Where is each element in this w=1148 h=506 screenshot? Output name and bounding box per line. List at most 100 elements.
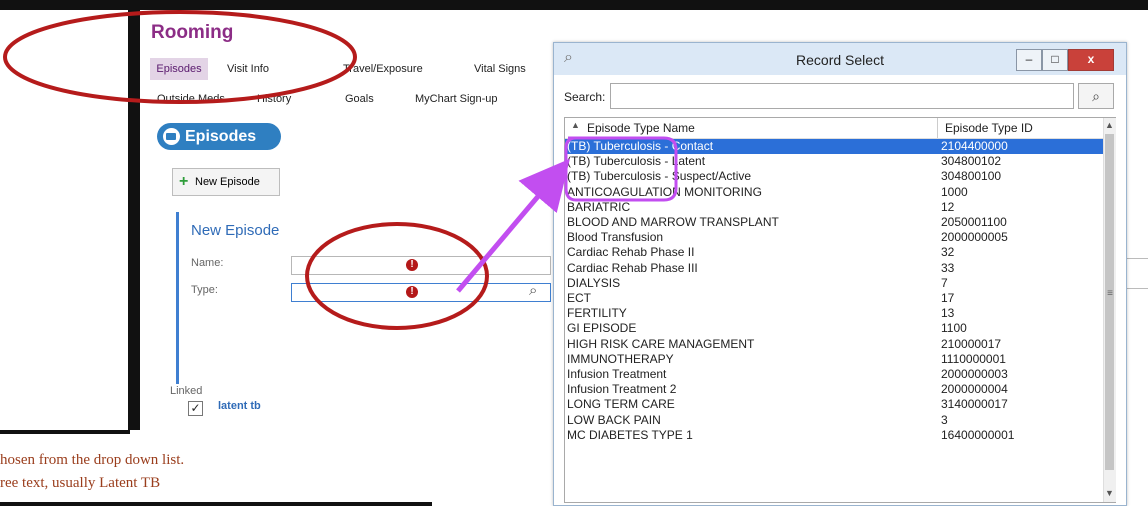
column-header-id[interactable]: Episode Type ID — [945, 121, 1033, 135]
search-icon: ⌕ — [1092, 88, 1100, 104]
tab-travel-exposure[interactable]: Travel/Exposure — [336, 58, 430, 80]
list-row[interactable]: ANTICOAGULATION MONITORING 1000 — [565, 185, 1103, 200]
tab-goals[interactable]: Goals — [338, 88, 381, 110]
panel-divider — [1127, 258, 1148, 259]
search-input[interactable] — [610, 83, 1074, 109]
episode-type-name: Infusion Treatment 2 — [567, 382, 677, 397]
episode-type-name: LONG TERM CARE — [567, 397, 675, 412]
list-row[interactable]: LOW BACK PAIN 3 — [565, 413, 1103, 428]
list-row[interactable]: MC DIABETES TYPE 1 16400000001 — [565, 428, 1103, 443]
type-field[interactable] — [291, 283, 551, 302]
record-select-dialog: ⌕ Record Select – □ x Search: ⌕ ▲ Episod… — [553, 42, 1127, 506]
episode-type-id: 33 — [941, 260, 955, 275]
close-button[interactable]: x — [1068, 49, 1114, 71]
episode-type-id: 16400000001 — [941, 427, 1015, 442]
episode-type-name: (TB) Tuberculosis - Latent — [567, 154, 706, 169]
episode-type-id: 1100 — [941, 321, 967, 336]
episode-type-id: 17 — [941, 291, 955, 305]
caption-bottom-border — [0, 502, 432, 506]
episode-type-id: 3 — [941, 412, 948, 427]
scroll-thumb[interactable] — [1105, 134, 1114, 470]
folder-icon — [163, 128, 180, 145]
tab-outside-meds[interactable]: Outside Meds — [150, 88, 232, 110]
list-row[interactable]: IMMUNOTHERAPY 1110000001 — [565, 352, 1103, 367]
list-row[interactable]: DIALYSIS 7 — [565, 276, 1103, 291]
list-row[interactable]: FERTILITY 13 — [565, 306, 1103, 321]
list-row[interactable]: (TB) Tuberculosis - Suspect/Active 304800… — [565, 169, 1103, 184]
episode-type-id: 2000000005 — [941, 230, 1008, 245]
list-row[interactable]: ECT 17 — [565, 291, 1103, 306]
column-divider[interactable] — [937, 118, 938, 138]
episode-type-name: Blood Transfusion — [567, 230, 664, 245]
episode-type-id: 304800102 — [941, 154, 1002, 169]
scrollbar[interactable]: ▲ ≡ ▼ — [1103, 118, 1116, 502]
episode-type-id: 32 — [941, 245, 955, 260]
episode-type-name: FERTILITY — [567, 306, 627, 321]
episode-type-name: Infusion Treatment — [567, 367, 667, 381]
episode-type-name: HIGH RISK CARE MANAGEMENT — [567, 336, 755, 351]
list-row[interactable]: (TB) Tuberculosis - Latent 304800102 — [565, 154, 1103, 169]
top-border — [0, 0, 1148, 10]
grip-icon: ≡ — [1107, 288, 1113, 299]
episode-type-id: 1000 — [941, 184, 968, 199]
name-field[interactable] — [291, 256, 551, 275]
new-episode-button-label: New Episode — [195, 176, 260, 188]
list-row[interactable]: LONG TERM CARE 3140000017 — [565, 397, 1103, 412]
linked-checkbox[interactable]: ✓ — [188, 401, 203, 416]
list-header: ▲ Episode Type Name Episode Type ID — [565, 118, 1103, 139]
new-episode-title: New Episode — [191, 222, 280, 239]
linked-item-latent-tb[interactable]: latent tb — [218, 400, 261, 412]
tab-mychart-signup[interactable]: MyChart Sign-up — [408, 88, 505, 110]
record-list[interactable]: ▲ Episode Type Name Episode Type ID (TB)… — [564, 117, 1116, 503]
minimize-button[interactable]: – — [1016, 49, 1042, 71]
scroll-up-icon[interactable]: ▲ — [1105, 120, 1114, 130]
dialog-titlebar[interactable]: ⌕ Record Select – □ x — [554, 43, 1126, 75]
type-label: Type: — [191, 284, 218, 296]
tab-visit-info[interactable]: Visit Info — [220, 58, 276, 80]
list-row[interactable]: Infusion Treatment 2 2000000004 — [565, 382, 1103, 397]
maximize-button[interactable]: □ — [1042, 49, 1068, 71]
search-button[interactable]: ⌕ — [1078, 83, 1114, 109]
episode-type-id: 3140000017 — [941, 397, 1008, 412]
search-icon[interactable]: ⌕ — [529, 282, 537, 299]
episode-type-name: BARIATRIC — [567, 199, 631, 214]
episode-type-name: LOW BACK PAIN — [567, 412, 661, 427]
episode-type-name: Cardiac Rehab Phase II — [567, 245, 695, 260]
linked-label: Linked — [170, 385, 203, 397]
scroll-down-icon[interactable]: ▼ — [1105, 488, 1114, 498]
episode-type-name: DIALYSIS — [567, 275, 621, 290]
left-border — [128, 0, 140, 430]
list-row[interactable]: GI EPISODE 1100 — [565, 321, 1103, 336]
new-episode-form: New Episode Name: ! Type: ! ⌕ — [176, 212, 559, 384]
error-icon: ! — [406, 286, 418, 298]
episode-type-id: 13 — [941, 306, 955, 321]
episode-type-id: 2000000004 — [941, 382, 1008, 397]
tab-episodes[interactable]: Episodes — [150, 58, 208, 80]
episode-type-name: BLOOD AND MARROW TRANSPLANT — [567, 215, 779, 229]
list-row[interactable]: Cardiac Rehab Phase III 33 — [565, 261, 1103, 276]
episode-type-name: MC DIABETES TYPE 1 — [567, 427, 693, 442]
list-row[interactable]: Blood Transfusion 2000000005 — [565, 230, 1103, 245]
tab-history[interactable]: History — [250, 88, 298, 110]
episode-type-name: Cardiac Rehab Phase III — [567, 260, 698, 275]
new-episode-button[interactable]: + New Episode — [172, 168, 280, 196]
list-row[interactable]: Infusion Treatment 2000000003 — [565, 367, 1103, 382]
list-row[interactable]: BARIATRIC 12 — [565, 200, 1103, 215]
list-row[interactable]: Cardiac Rehab Phase II 32 — [565, 245, 1103, 260]
episode-type-name: ECT — [567, 291, 591, 305]
episode-type-id: 2050001100 — [941, 215, 1007, 229]
tab-vital-signs[interactable]: Vital Signs — [467, 58, 533, 80]
plus-icon: + — [179, 173, 189, 190]
list-row[interactable]: BLOOD AND MARROW TRANSPLANT 2050001100 — [565, 215, 1103, 230]
list-row[interactable]: HIGH RISK CARE MANAGEMENT 210000017 — [565, 337, 1103, 352]
episodes-header-label: Episodes — [185, 128, 257, 145]
episode-type-id: 2000000003 — [941, 367, 1008, 381]
column-header-name[interactable]: Episode Type Name — [587, 121, 695, 135]
episode-type-name: ANTICOAGULATION MONITORING — [567, 184, 762, 199]
sort-ascending-icon[interactable]: ▲ — [571, 120, 580, 130]
error-icon: ! — [406, 259, 418, 271]
episode-type-id: 304800100 — [941, 169, 1002, 184]
list-row[interactable]: (TB) Tuberculosis - Contact 2104400000 — [565, 139, 1103, 154]
background-panel-edge — [1127, 30, 1148, 500]
caption-line-2: ree text, usually Latent TB — [0, 475, 161, 491]
